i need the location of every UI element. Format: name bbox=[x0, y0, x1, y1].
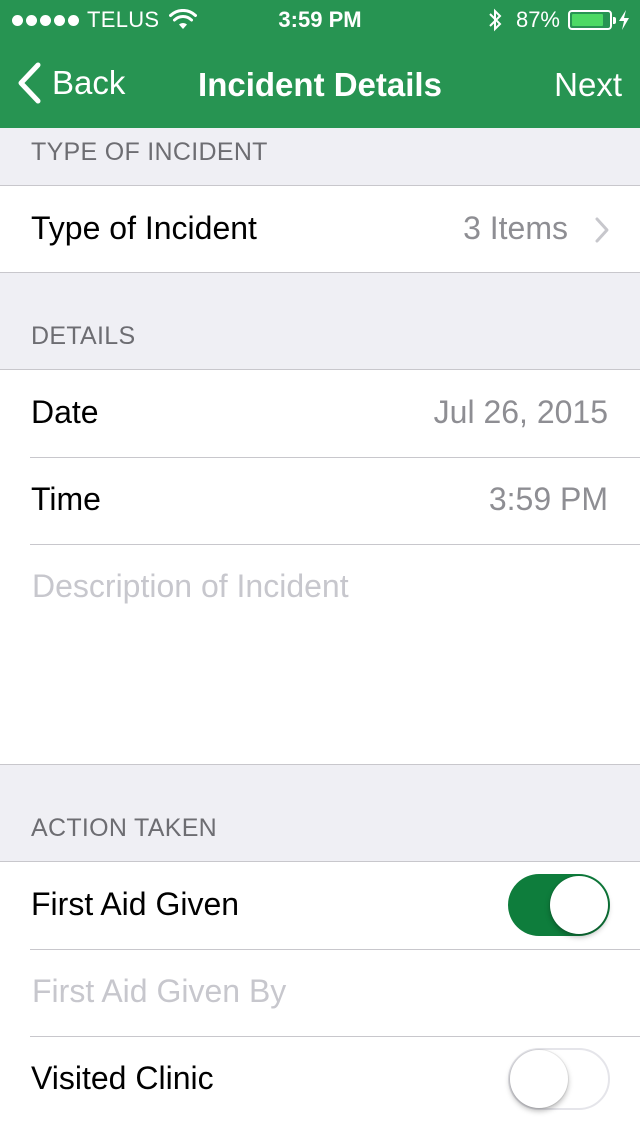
toggle-knob bbox=[510, 1050, 568, 1108]
visited-clinic-label: Visited Clinic bbox=[31, 1060, 214, 1096]
bluetooth-icon bbox=[489, 8, 502, 32]
section-header-action: ACTION TAKEN bbox=[0, 765, 640, 861]
next-button[interactable]: Next bbox=[554, 66, 622, 104]
time-value: 3:59 PM bbox=[488, 481, 608, 517]
type-of-incident-label: Type of Incident bbox=[31, 210, 257, 246]
status-bar: TELUS 3:59 PM 87% bbox=[0, 0, 640, 40]
description-placeholder: Description of Incident bbox=[32, 568, 349, 604]
first-aid-by-placeholder: First Aid Given By bbox=[32, 973, 287, 1009]
date-row[interactable]: Date Jul 26, 2015 bbox=[0, 370, 640, 457]
navigation-bar: Back Incident Details Next bbox=[0, 40, 640, 128]
toggle-knob bbox=[550, 876, 608, 934]
section-header-type-label: TYPE OF INCIDENT bbox=[31, 138, 268, 166]
battery-level bbox=[572, 14, 604, 26]
first-aid-label: First Aid Given bbox=[31, 886, 240, 922]
details-group: Date Jul 26, 2015 Time 3:59 PM Descripti… bbox=[0, 369, 640, 765]
battery-icon bbox=[568, 10, 616, 30]
type-of-incident-row[interactable]: Type of Incident 3 Items bbox=[0, 186, 640, 273]
section-header-type: TYPE OF INCIDENT bbox=[0, 128, 640, 185]
type-of-incident-value: 3 Items bbox=[463, 210, 568, 246]
action-group: First Aid Given First Aid Given By Visit… bbox=[0, 861, 640, 1136]
date-label: Date bbox=[31, 394, 99, 430]
time-row[interactable]: Time 3:59 PM bbox=[0, 457, 640, 544]
status-right: 87% bbox=[488, 7, 630, 33]
first-aid-toggle[interactable] bbox=[508, 874, 610, 936]
chevron-right-icon bbox=[595, 217, 609, 243]
visited-clinic-toggle[interactable] bbox=[508, 1048, 610, 1110]
section-header-details: DETAILS bbox=[0, 273, 640, 369]
first-aid-by-field[interactable]: First Aid Given By bbox=[0, 949, 640, 1036]
page-title: Incident Details bbox=[198, 66, 442, 103]
incident-details-screen: TELUS 3:59 PM 87% Back Incident Details … bbox=[0, 0, 640, 1136]
description-textarea[interactable]: Description of Incident bbox=[0, 544, 640, 764]
section-header-action-label: ACTION TAKEN bbox=[31, 814, 218, 842]
first-aid-row: First Aid Given bbox=[0, 862, 640, 949]
charging-bolt-icon bbox=[619, 10, 629, 30]
header-bar: TELUS 3:59 PM 87% Back Incident Details … bbox=[0, 0, 640, 128]
type-group: Type of Incident 3 Items bbox=[0, 185, 640, 273]
date-value: Jul 26, 2015 bbox=[433, 394, 608, 430]
battery-percent: 87% bbox=[515, 7, 560, 32]
time-label: Time bbox=[31, 481, 101, 517]
section-header-details-label: DETAILS bbox=[31, 322, 136, 350]
visited-clinic-row: Visited Clinic bbox=[0, 1036, 640, 1123]
